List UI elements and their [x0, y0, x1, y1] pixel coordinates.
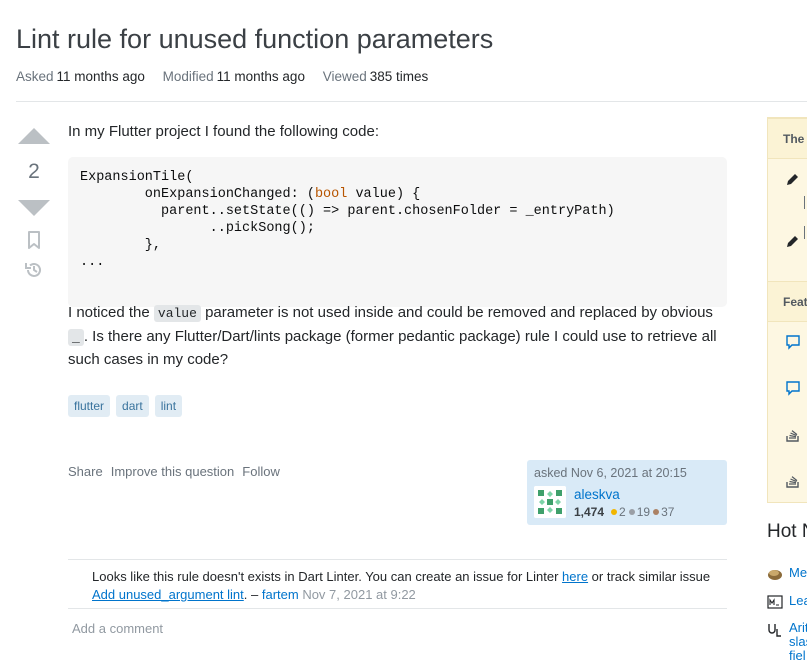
site-icon: [768, 624, 781, 637]
follow-link[interactable]: Follow: [242, 464, 280, 479]
hot-network-item[interactable]: Lea: [767, 593, 807, 610]
comment-divider: [68, 608, 727, 609]
asked-timestamp[interactable]: asked Nov 6, 2021 at 20:15: [534, 466, 687, 480]
silver-badge-icon: [628, 509, 635, 516]
hot-network-link[interactable]: fiel: [789, 649, 806, 663]
comment-link-here[interactable]: here: [562, 569, 588, 584]
question-intro: In my Flutter project I found the follow…: [68, 123, 379, 140]
header-divider: [16, 101, 807, 102]
hot-network-link[interactable]: slas: [789, 635, 807, 649]
question-title[interactable]: Lint rule for unused function parameters: [16, 24, 493, 55]
modified-info: Modified 11 months ago: [162, 69, 305, 84]
gold-badge-icon: [611, 509, 618, 516]
comments-divider: [68, 559, 727, 560]
asked-info: Asked 11 months ago: [16, 69, 145, 84]
share-link[interactable]: Share: [68, 464, 103, 479]
stack-overflow-icon[interactable]: [785, 473, 801, 489]
hot-network-item[interactable]: Met: [767, 565, 807, 582]
bronze-badge-icon: [653, 509, 660, 516]
pencil-icon: [787, 236, 798, 247]
owner-reputation: 1,474 2 19 37: [574, 505, 674, 519]
reputation-score: 1,474: [574, 505, 605, 519]
sidebar-featured-header: Feat: [768, 281, 807, 322]
question-meta: Asked 11 months ago Modified 11 months ago…: [16, 69, 442, 84]
comment-date[interactable]: Nov 7, 2021 at 9:22: [299, 587, 415, 602]
gold-badge-count: 2: [619, 505, 626, 519]
speech-bubble-icon[interactable]: [785, 334, 801, 350]
improve-question-link[interactable]: Improve this question: [111, 464, 235, 479]
site-icon: [767, 594, 783, 609]
add-comment-link[interactable]: Add a comment: [72, 621, 163, 636]
upvote-arrow-icon[interactable]: [18, 128, 50, 144]
sidebar-widget-header: The: [768, 118, 807, 159]
history-icon[interactable]: [24, 260, 44, 280]
inline-code-value: value: [153, 305, 201, 322]
hot-network-link[interactable]: Arit: [789, 621, 807, 635]
pencil-icon: [787, 174, 798, 185]
speech-bubble-icon[interactable]: [785, 380, 801, 396]
sidebar-widget: The Feat: [767, 117, 807, 503]
post-menu: Share Improve this question Follow: [68, 464, 288, 479]
silver-badge-count: 19: [636, 505, 651, 519]
avatar[interactable]: [534, 486, 566, 518]
owner-card: asked Nov 6, 2021 at 20:15 aleskva 1,474…: [527, 460, 727, 525]
tag-flutter[interactable]: flutter: [68, 395, 111, 417]
tag-dart[interactable]: dart: [116, 395, 149, 417]
code-block: ExpansionTile( onExpansionChanged: (bool…: [68, 157, 727, 307]
tag-lint[interactable]: lint: [154, 395, 183, 417]
comment-user[interactable]: fartem: [262, 587, 299, 602]
question-paragraph: I noticed the value parameter is not use…: [68, 304, 717, 368]
viewed-info: Viewed 385 times: [322, 69, 429, 84]
bronze-badge-count: 37: [661, 505, 675, 519]
vote-count: 2: [28, 160, 40, 183]
stack-overflow-icon[interactable]: [785, 427, 801, 443]
site-icon: [768, 569, 782, 580]
owner-name[interactable]: aleskva: [574, 487, 620, 502]
sidebar-text-fragment: [804, 226, 805, 239]
hot-network-title: Hot N: [767, 521, 807, 542]
downvote-arrow-icon[interactable]: [18, 200, 50, 216]
bookmark-icon[interactable]: [24, 230, 44, 250]
comment-link-issue[interactable]: Add unused_argument lint: [92, 587, 244, 602]
sidebar-text-fragment: [804, 196, 805, 209]
inline-code-underscore: _: [68, 328, 84, 346]
tag-list: flutter dart lint: [68, 395, 188, 417]
comment: Looks like this rule doesn't exists in D…: [92, 569, 711, 602]
